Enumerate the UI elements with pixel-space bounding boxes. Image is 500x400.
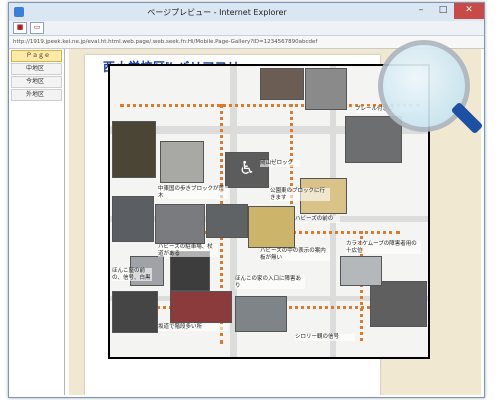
photo-tile [155, 204, 205, 244]
photo-tile [305, 68, 347, 110]
map-label: ほんこ屋の前の、信号、白黒 [112, 268, 152, 281]
photo-tile [160, 141, 204, 183]
sidebar-item-3[interactable]: 外地区 [11, 89, 62, 101]
ie-app-icon [14, 7, 24, 17]
photo-tile [248, 206, 295, 248]
map-label: 岡山ゼロック [260, 160, 300, 167]
maximize-button[interactable]: □ [432, 3, 454, 19]
photo-tile [370, 281, 427, 327]
minimize-button[interactable]: – [410, 3, 432, 19]
photo-tile [235, 296, 287, 332]
magnifier-icon [378, 40, 470, 132]
print-icon[interactable]: ■ [13, 22, 27, 34]
photo-tile [112, 196, 154, 242]
map-label: ハビーズの中の表示の案内板が無い [260, 248, 330, 261]
title-bar: ページプレビュー - Internet Explorer – □ ✕ [9, 3, 484, 21]
wheelchair-sign-photo: ♿ [225, 152, 269, 188]
barrier-free-map: ♿ プレール付きの 中東国の歩きブロックが荒木 公園東のブロックに行きます 岡山… [108, 64, 430, 359]
photo-tile [260, 68, 304, 100]
map-label: ハビーズの前の [295, 216, 340, 223]
map-label: 中東国の歩きブロックが荒木 [158, 186, 228, 199]
photo-tile [170, 251, 210, 291]
sidebar-item-1[interactable]: 中地区 [11, 63, 62, 75]
wheelchair-icon: ♿ [238, 158, 256, 179]
url-text: http://1919.jpeek.kei.ne.jp/eval.ht.html… [13, 39, 318, 45]
sidebar-item-2[interactable]: 今地区 [11, 76, 62, 88]
photo-tile [112, 291, 158, 333]
map-label: 公園東のブロックに行きます [270, 188, 330, 201]
toolbar: ■ ▭ [9, 21, 484, 36]
window-title: ページプレビュー - Internet Explorer [147, 7, 287, 17]
sidebar-item-page[interactable]: Ｐａｇｅ [11, 50, 62, 62]
window-controls: – □ ✕ [410, 3, 484, 21]
close-button[interactable]: ✕ [454, 3, 484, 19]
thumbnail-sidebar: Ｐａｇｅ 中地区 今地区 外地区 [9, 49, 65, 395]
map-label: ハビーズの駐車場、杖道がある [158, 244, 218, 257]
page-setup-icon[interactable]: ▭ [30, 22, 44, 34]
map-label: カラオケムーブの障害者用の十広位 [346, 241, 421, 254]
map-label: ほんこの家の入口に障害あり [235, 276, 305, 289]
photo-tile [340, 256, 382, 286]
photo-tile [206, 204, 248, 238]
photo-tile [345, 116, 402, 163]
photo-tile [170, 291, 232, 323]
map-label: 坂道で階段多い所 [158, 324, 228, 331]
map-label: シロリー観の信号 [295, 334, 355, 341]
photo-tile [112, 121, 156, 178]
